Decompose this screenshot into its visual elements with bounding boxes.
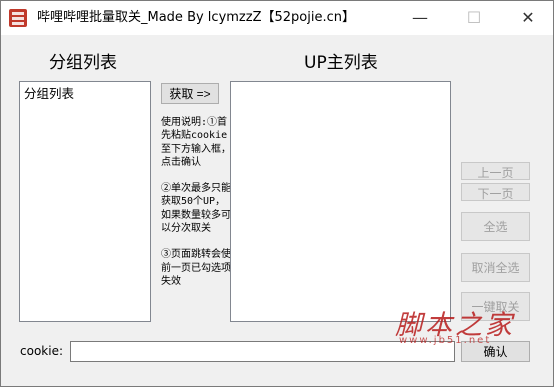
prev-page-button[interactable]: 上一页 [461, 162, 530, 180]
instruction-3: ③页面跳转会使前一页已勾选项失效 [161, 249, 231, 287]
app-icon [9, 9, 27, 27]
next-page-button[interactable]: 下一页 [461, 183, 530, 201]
instruction-2: ②单次最多只能获取50个UP，如果数量较多可以分次取关 [161, 183, 231, 235]
instructions: 使用说明:①首先粘贴cookie至下方输入框，点击确认 ②单次最多只能获取50个… [161, 116, 231, 288]
title-bar: 哔哩哔哩批量取关_Made By lcymzzZ【52pojie.cn】 — ☐… [1, 1, 553, 35]
watermark-url: www.jb51.net [399, 335, 492, 346]
select-all-button[interactable]: 全选 [461, 212, 530, 241]
group-list-item[interactable]: 分组列表 [24, 86, 74, 102]
group-listbox[interactable]: 分组列表 [19, 81, 151, 322]
maximize-button[interactable]: ☐ [451, 1, 497, 35]
fetch-button[interactable]: 获取 => [161, 83, 219, 104]
cookie-input[interactable] [70, 341, 455, 362]
group-list-heading: 分组列表 [49, 53, 117, 73]
minimize-button[interactable]: — [397, 1, 443, 35]
instruction-1: 使用说明:①首先粘贴cookie至下方输入框，点击确认 [161, 117, 231, 168]
app-window: 哔哩哔哩批量取关_Made By lcymzzZ【52pojie.cn】 — ☐… [0, 0, 554, 387]
deselect-all-button[interactable]: 取消全选 [461, 253, 530, 282]
up-listbox[interactable] [230, 81, 451, 322]
window-title: 哔哩哔哩批量取关_Made By lcymzzZ【52pojie.cn】 [37, 10, 355, 25]
up-list-heading: UP主列表 [304, 53, 378, 73]
cookie-label: cookie: [20, 344, 63, 358]
close-button[interactable]: ✕ [505, 1, 551, 35]
